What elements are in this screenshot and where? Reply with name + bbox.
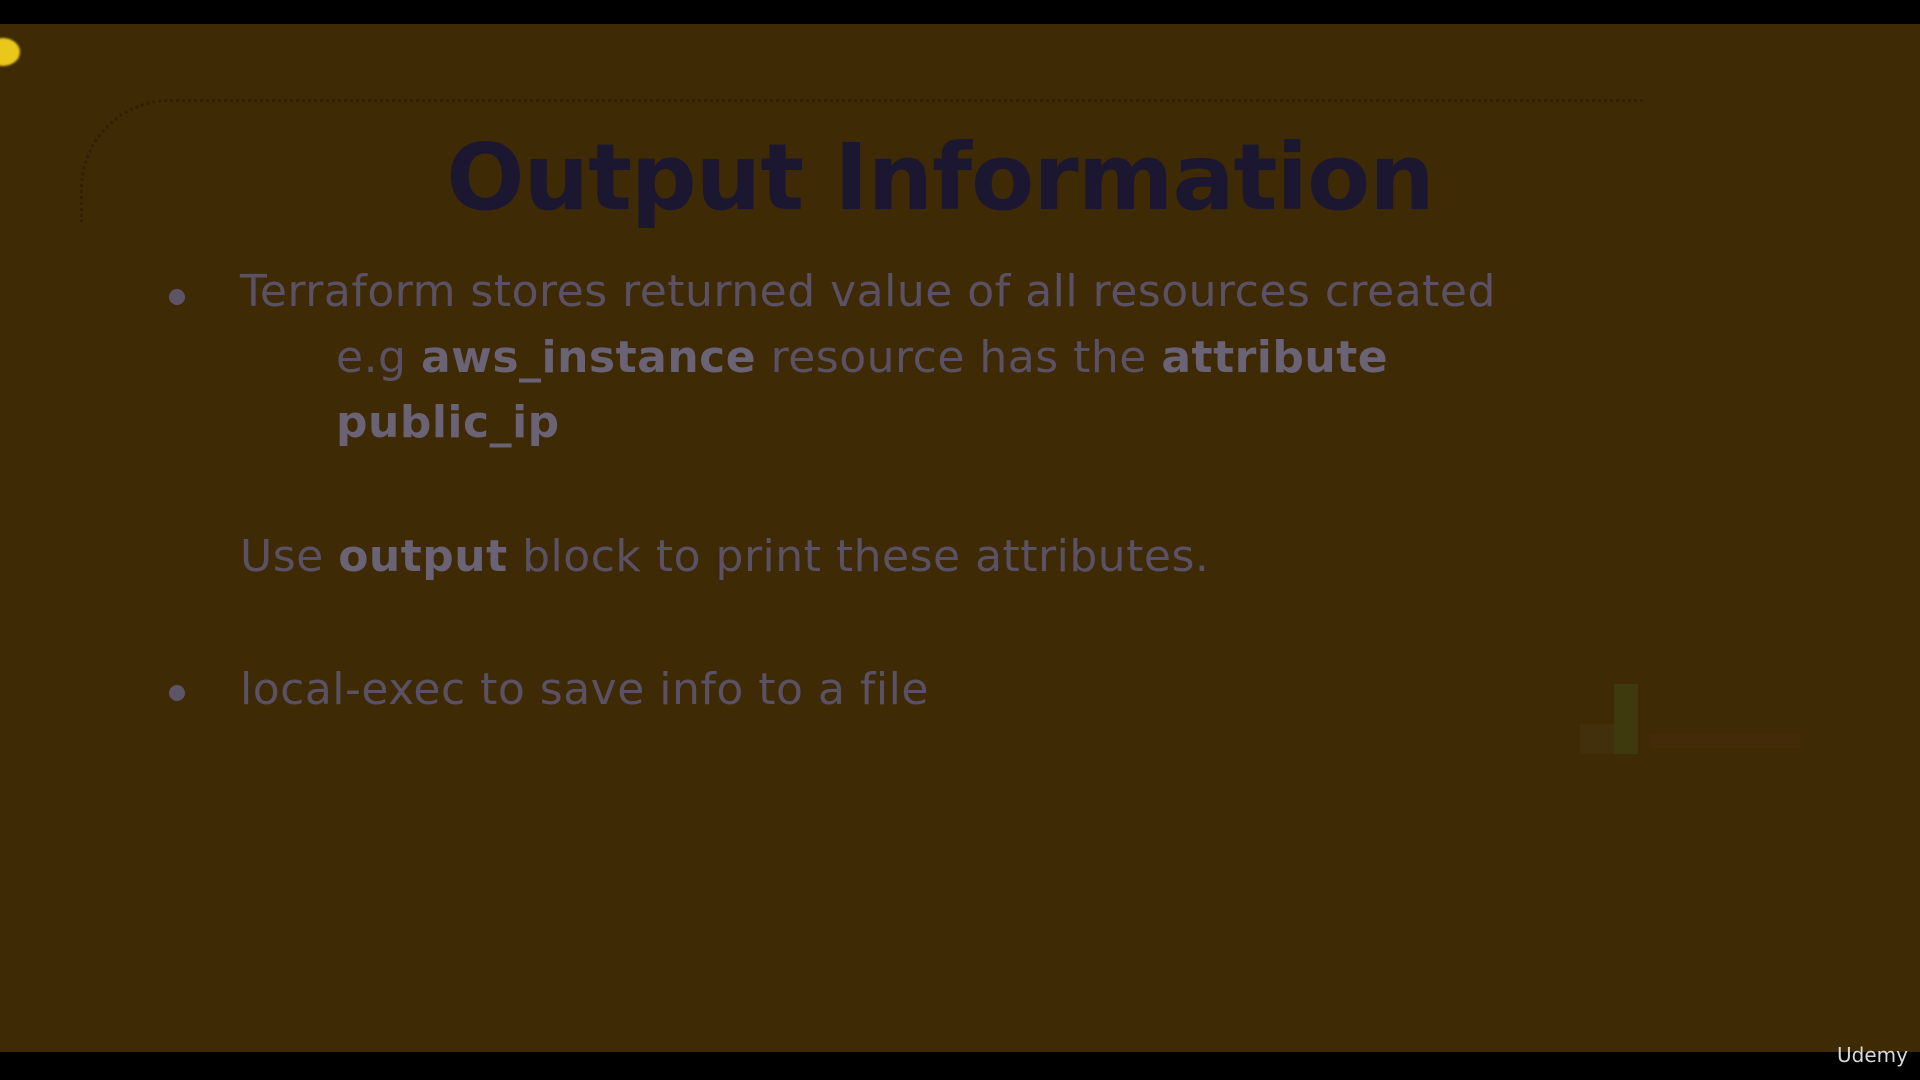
bullet1-line3: public_ip [336, 397, 560, 448]
bullet1-line1: Terraform stores returned value of all r… [240, 266, 1496, 317]
sub-point-prefix: Use [240, 531, 339, 582]
bullet1-bold-attribute: attribute [1161, 332, 1389, 383]
letterbox-bottom [0, 1052, 1920, 1080]
bullet1-code-public-ip: public_ip [336, 397, 560, 448]
cursor-highlight-icon [0, 38, 20, 66]
sub-point-suffix: block to print these attributes. [507, 531, 1210, 582]
bullet-icon [169, 289, 185, 305]
udemy-watermark: Udemy [1837, 1043, 1908, 1067]
bullet1-code-aws-instance: aws_instance [420, 332, 757, 383]
bullet2-text: local-exec to save info to a file [240, 664, 929, 715]
bullet1-line2: e.g aws_instance resource has the attrib… [336, 332, 1388, 383]
sub-point-bold-output: output [338, 531, 508, 582]
bullet-icon [169, 685, 185, 701]
letterbox-top [0, 0, 1920, 24]
sub-point-output: Use output block to print these attribut… [240, 531, 1209, 582]
slide-title: Output Information [446, 124, 1435, 231]
bullet1-line2-prefix: e.g [336, 332, 421, 383]
bullet1-line2-mid: resource has the [756, 332, 1162, 383]
slide: Output Information Terraform stores retu… [0, 24, 1920, 1052]
faded-logo-icon [1580, 684, 1800, 764]
video-frame: Output Information Terraform stores retu… [0, 0, 1920, 1080]
